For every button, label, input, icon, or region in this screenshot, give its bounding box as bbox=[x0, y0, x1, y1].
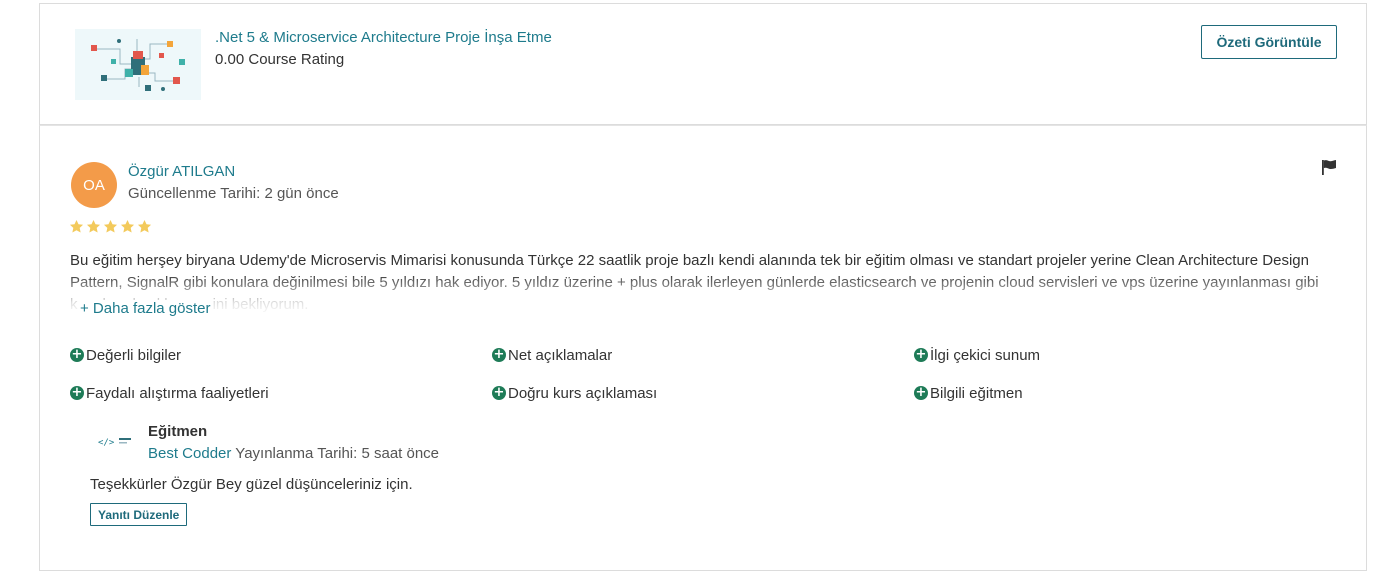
tag-label: İlgi çekici sunum bbox=[930, 346, 1041, 364]
review-tags: + Değerli bilgiler + Net açıklamalar + İlgi… bbox=[70, 344, 1350, 404]
tag-label: Değerli bilgiler bbox=[86, 346, 182, 364]
star-rating bbox=[69, 219, 152, 234]
tag-label: Doğru kurs açıklaması bbox=[508, 384, 658, 402]
show-more-link[interactable]: + Daha fazla göster bbox=[78, 300, 213, 317]
tag-item: + Net açıklamalar bbox=[492, 344, 914, 366]
tag-label: Bilgili eğitmen bbox=[930, 384, 1023, 402]
svg-text:</>: </> bbox=[98, 438, 115, 448]
plus-circle-icon: + bbox=[492, 347, 506, 362]
edit-reply-button[interactable]: Yanıtı Düzenle bbox=[90, 503, 188, 526]
star-icon bbox=[137, 219, 152, 233]
view-summary-button[interactable]: Özeti Görüntüle bbox=[1201, 25, 1337, 59]
updated-date: Güncellenme Tarihi: 2 gün önce bbox=[128, 185, 339, 202]
reply-text: Teşekkürler Özgür Bey güzel düşüncelerin… bbox=[90, 476, 413, 493]
tag-item: + Bilgili eğitmen bbox=[914, 382, 1336, 404]
avatar: OA bbox=[71, 162, 117, 208]
star-icon bbox=[103, 219, 118, 233]
plus-circle-icon: + bbox=[914, 385, 928, 400]
course-card: .Net 5 & Microservice Architecture Proje… bbox=[39, 3, 1367, 125]
course-title-link[interactable]: .Net 5 & Microservice Architecture Proje… bbox=[215, 29, 552, 46]
tag-item: + Faydalı alıştırma faaliyetleri bbox=[70, 382, 492, 404]
plus-circle-icon: + bbox=[914, 347, 928, 362]
reply-published-date: Yayınlanma Tarihi: 5 saat önce bbox=[235, 445, 440, 462]
tag-label: Faydalı alıştırma faaliyetleri bbox=[86, 384, 269, 402]
star-icon bbox=[86, 219, 101, 233]
plus-circle-icon: + bbox=[70, 347, 84, 362]
tag-item: + İlgi çekici sunum bbox=[914, 344, 1336, 366]
plus-circle-icon: + bbox=[492, 385, 506, 400]
tag-item: + Doğru kurs açıklaması bbox=[492, 382, 914, 404]
reply-author-link[interactable]: Best Codder bbox=[148, 445, 231, 462]
star-icon bbox=[69, 219, 84, 233]
course-rating: 0.00 Course Rating bbox=[215, 51, 345, 68]
flag-icon[interactable] bbox=[1320, 158, 1338, 176]
review-card: OA Özgür ATILGAN Güncellenme Tarihi: 2 g… bbox=[39, 125, 1367, 571]
tag-item: + Değerli bilgiler bbox=[70, 344, 492, 366]
reviewer-name[interactable]: Özgür ATILGAN bbox=[128, 163, 235, 180]
reply-role: Eğitmen bbox=[148, 423, 208, 440]
course-thumbnail[interactable] bbox=[75, 29, 201, 100]
tag-label: Net açıklamalar bbox=[508, 346, 613, 364]
reply-meta: Best Codder Yayınlanma Tarihi: 5 saat ön… bbox=[148, 445, 439, 462]
plus-circle-icon: + bbox=[70, 385, 84, 400]
instructor-logo: </> bbox=[98, 434, 132, 450]
star-icon bbox=[120, 219, 135, 233]
review-text: Bu eğitim herşey biryana Udemy'de Micros… bbox=[70, 252, 1319, 313]
